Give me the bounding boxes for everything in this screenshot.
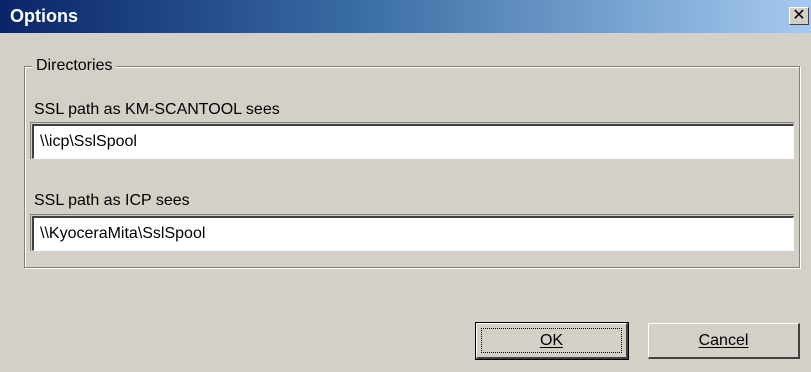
window-title: Options <box>10 6 78 26</box>
directories-group-label: Directories <box>32 56 117 76</box>
icp-path-input[interactable] <box>32 216 794 251</box>
scantool-path-input[interactable] <box>32 124 794 159</box>
close-icon: ✕ <box>792 7 806 24</box>
ok-button[interactable]: OK <box>475 322 629 360</box>
cancel-button[interactable]: Cancel <box>648 323 800 359</box>
cancel-button-label: Cancel <box>698 331 749 349</box>
scantool-path-label: SSL path as KM-SCANTOOL sees <box>34 101 280 118</box>
ok-focus-rect <box>481 328 622 353</box>
icp-path-label: SSL path as ICP sees <box>34 192 190 209</box>
close-button[interactable]: ✕ <box>789 7 809 25</box>
title-bar: Options ✕ <box>0 0 811 33</box>
